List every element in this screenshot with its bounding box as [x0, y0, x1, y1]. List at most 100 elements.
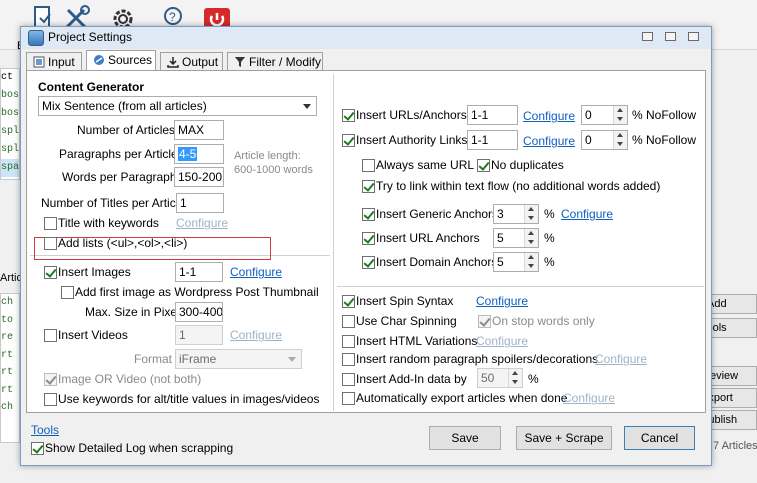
insert-urls-checkbox[interactable]: [342, 109, 355, 122]
insert-videos-checkbox[interactable]: [44, 329, 57, 342]
spinner-value: 0: [585, 108, 592, 122]
url-anchors-spinner[interactable]: 5: [493, 228, 539, 248]
format-select[interactable]: iFrame: [175, 349, 302, 369]
use-keywords-checkbox[interactable]: [44, 393, 57, 406]
save-button[interactable]: Save: [429, 426, 501, 450]
spinner-arrows-icon[interactable]: [613, 131, 627, 149]
char-spinning-checkbox[interactable]: [342, 315, 355, 328]
close-icon[interactable]: [688, 32, 699, 41]
addin-spinner[interactable]: 50: [477, 368, 523, 388]
auto-export-checkbox[interactable]: [342, 392, 355, 405]
tab-filter-modify[interactable]: Filter / Modify: [227, 52, 323, 70]
paragraphs-value: 4-5: [178, 147, 198, 161]
first-image-thumbnail-checkbox[interactable]: [61, 286, 74, 299]
html-variations-checkbox[interactable]: [342, 335, 355, 348]
generic-anchors-label: Insert Generic Anchors: [376, 207, 499, 221]
minimize-icon[interactable]: [642, 32, 653, 41]
add-lists-checkbox[interactable]: [44, 237, 57, 250]
paragraphs-input[interactable]: 4-5: [174, 144, 224, 164]
list-item[interactable]: spack: [1, 159, 19, 177]
log-line: re: [1, 332, 14, 343]
words-label: Words per Paragraph: [62, 170, 177, 184]
auto-export-configure-link[interactable]: Configure: [563, 391, 615, 405]
spinner-arrows-icon[interactable]: [524, 253, 538, 271]
no-duplicates-checkbox[interactable]: [477, 159, 490, 172]
spinner-value: 0: [585, 133, 592, 147]
spin-syntax-configure-link[interactable]: Configure: [476, 294, 528, 308]
log-line: to: [1, 314, 14, 326]
list-item[interactable]: splay: [1, 123, 19, 141]
spinner-arrows-icon[interactable]: [524, 205, 538, 223]
domain-anchors-percent: %: [544, 255, 555, 269]
chevron-down-icon: [299, 98, 315, 114]
random-spoilers-configure-link[interactable]: Configure: [595, 352, 647, 366]
format-value: iFrame: [179, 352, 217, 366]
random-spoilers-checkbox[interactable]: [342, 353, 355, 366]
save-scrape-button[interactable]: Save + Scrape: [516, 426, 612, 450]
insert-images-configure-link[interactable]: Configure: [230, 265, 282, 279]
insert-videos-configure-link[interactable]: Configure: [230, 328, 282, 342]
image-or-video-checkbox[interactable]: [44, 373, 57, 386]
insert-authority-label: Insert Authority Links: [356, 133, 468, 147]
tab-sources[interactable]: Sources: [86, 50, 156, 71]
tab-output[interactable]: Output: [160, 52, 223, 70]
addin-checkbox[interactable]: [342, 373, 355, 386]
title-keywords-configure-link[interactable]: Configure: [176, 216, 228, 230]
spinner-arrows-icon[interactable]: [508, 369, 522, 387]
log-line: rt m: [1, 384, 19, 396]
stop-words-label: On stop words only: [492, 314, 595, 328]
authority-nofollow-spinner[interactable]: 0: [581, 130, 628, 150]
num-titles-input[interactable]: 1: [176, 193, 224, 213]
cancel-button[interactable]: Cancel: [624, 426, 695, 450]
html-variations-configure-link[interactable]: Configure: [476, 334, 528, 348]
urls-nofollow-spinner[interactable]: 0: [581, 105, 628, 125]
spin-syntax-checkbox[interactable]: [342, 295, 355, 308]
list-item[interactable]: bos612: [1, 87, 19, 105]
max-size-input[interactable]: 300-400: [175, 302, 223, 322]
generic-anchors-configure-link[interactable]: Configure: [561, 207, 613, 221]
url-anchors-checkbox[interactable]: [362, 232, 375, 245]
spinner-arrows-icon[interactable]: [524, 229, 538, 247]
spinner-arrows-icon[interactable]: [613, 106, 627, 124]
title-keywords-checkbox[interactable]: [44, 217, 57, 230]
maximize-icon[interactable]: [665, 32, 676, 41]
input-icon: [33, 56, 45, 68]
spinner-value: 5: [497, 255, 504, 269]
list-item[interactable]: splay: [1, 141, 19, 159]
show-log-checkbox[interactable]: [31, 442, 44, 455]
list-item[interactable]: ct: [1, 69, 19, 87]
insert-urls-configure-link[interactable]: Configure: [523, 109, 575, 123]
generator-mode-select[interactable]: Mix Sentence (from all articles): [38, 96, 317, 116]
tab-label: Input: [48, 55, 75, 69]
generic-anchors-checkbox[interactable]: [362, 208, 375, 221]
domain-anchors-spinner[interactable]: 5: [493, 252, 539, 272]
title-keywords-label: Title with keywords: [58, 216, 159, 230]
insert-images-input[interactable]: 1-1: [175, 262, 223, 282]
stop-words-checkbox[interactable]: [478, 315, 491, 328]
always-same-url-checkbox[interactable]: [362, 159, 375, 172]
num-articles-input[interactable]: MAX: [174, 120, 224, 140]
dialog-titlebar[interactable]: Project Settings: [21, 27, 711, 49]
log-line: rt h: [1, 367, 19, 378]
settings-panel: Content Generator Mix Sentence (from all…: [26, 70, 706, 413]
insert-authority-checkbox[interactable]: [342, 134, 355, 147]
insert-videos-input[interactable]: 1: [175, 325, 223, 345]
generic-anchors-percent: %: [544, 207, 555, 221]
article-length-range: 600-1000 words: [234, 164, 313, 176]
tab-label: Sources: [108, 53, 153, 67]
list-item[interactable]: bos615: [1, 105, 19, 123]
link-within-text-checkbox[interactable]: [362, 180, 375, 193]
tab-input[interactable]: Input: [26, 52, 82, 70]
tools-link[interactable]: Tools: [31, 423, 59, 437]
insert-urls-input[interactable]: 1-1: [467, 105, 518, 125]
insert-authority-input[interactable]: 1-1: [467, 130, 518, 150]
domain-anchors-checkbox[interactable]: [362, 256, 375, 269]
content-generator-heading: Content Generator: [38, 80, 145, 94]
words-input[interactable]: 150-200: [174, 167, 224, 187]
insert-images-label: Insert Images: [58, 265, 131, 279]
output-icon: [167, 57, 179, 68]
insert-urls-label: Insert URLs/Anchors: [356, 108, 467, 122]
insert-authority-configure-link[interactable]: Configure: [523, 134, 575, 148]
insert-images-checkbox[interactable]: [44, 266, 57, 279]
generic-anchors-spinner[interactable]: 3: [493, 204, 539, 224]
